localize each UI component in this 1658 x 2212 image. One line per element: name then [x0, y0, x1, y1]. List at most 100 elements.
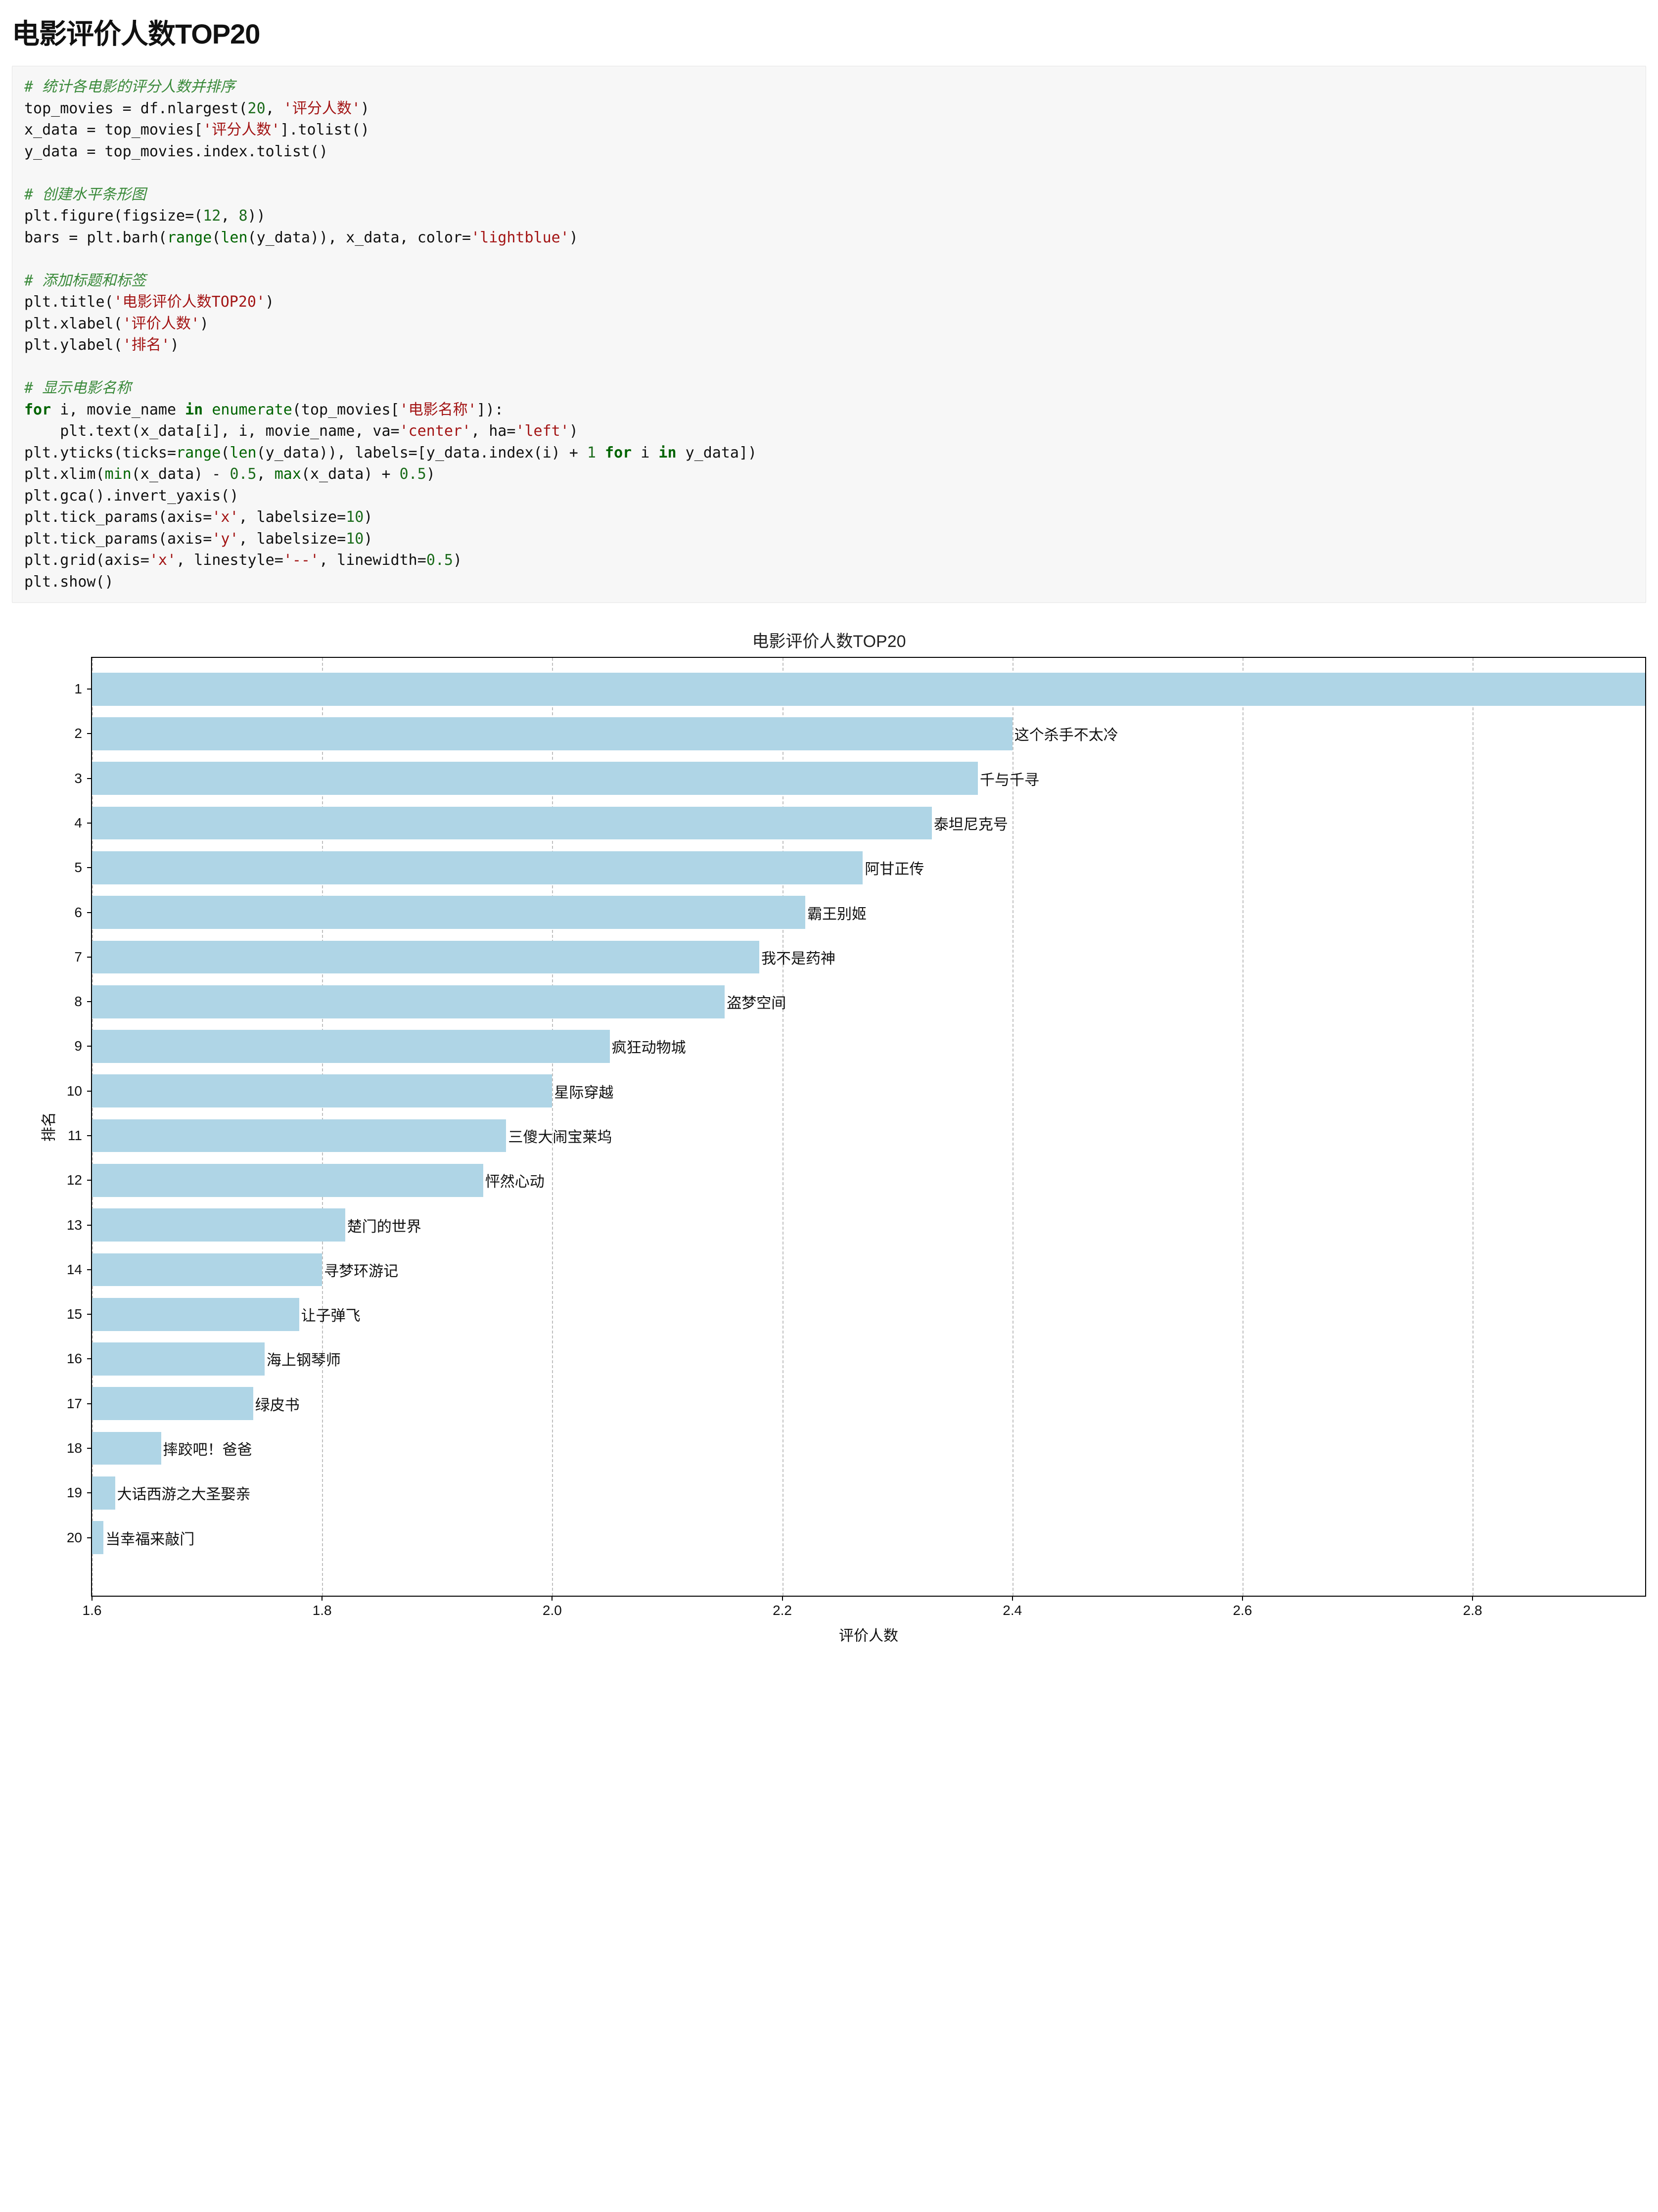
bar-label: 寻梦环游记 [324, 1259, 398, 1281]
bar [92, 941, 759, 974]
y-tick-mark [87, 1225, 92, 1226]
bar-row: 楚门的世界 [92, 1208, 1645, 1242]
bar [92, 1074, 552, 1107]
y-tick-mark [87, 778, 92, 779]
bar-row [92, 673, 1645, 706]
y-tick-mark [87, 1492, 92, 1493]
bar-label: 让子弹飞 [301, 1303, 361, 1325]
y-tick-mark [87, 1448, 92, 1449]
bar-row: 泰坦尼克号 [92, 807, 1645, 840]
bar-label: 疯狂动物城 [612, 1035, 686, 1057]
x-tick-mark [1472, 1596, 1473, 1601]
bar-row: 海上钢琴师 [92, 1342, 1645, 1376]
y-tick-mark [87, 957, 92, 958]
y-tick-mark [87, 912, 92, 913]
y-tick-mark [87, 1091, 92, 1092]
bar-row: 怦然心动 [92, 1164, 1645, 1197]
x-tick-mark [782, 1596, 783, 1601]
bar-row: 千与千寻 [92, 762, 1645, 795]
x-tick-label: 1.6 [83, 1603, 102, 1618]
y-tick-mark [87, 1001, 92, 1002]
bar-row: 这个杀手不太冷 [92, 717, 1645, 750]
bar-row: 让子弹飞 [92, 1298, 1645, 1331]
bar-row: 阿甘正传 [92, 851, 1645, 884]
code-comment: # 添加标题和标签 [24, 272, 146, 289]
code-comment: # 创建水平条形图 [24, 186, 146, 203]
x-tick-mark [552, 1596, 553, 1601]
bar [92, 1030, 610, 1063]
x-tick-label: 2.0 [543, 1603, 562, 1618]
bar [92, 1253, 322, 1287]
bar-row: 疯狂动物城 [92, 1030, 1645, 1063]
y-axis-label: 排名 [37, 1112, 58, 1142]
y-tick-mark [87, 823, 92, 824]
bar [92, 1164, 483, 1197]
bar-row: 当幸福来敲门 [92, 1521, 1645, 1554]
bar-label: 盗梦空间 [727, 991, 786, 1013]
bar-row: 我不是药神 [92, 941, 1645, 974]
y-tick-mark [87, 733, 92, 734]
x-tick-label: 2.6 [1233, 1603, 1252, 1618]
bar-row: 霸王别姬 [92, 896, 1645, 929]
bar-label: 摔跤吧！爸爸 [163, 1437, 252, 1459]
plot-area: 排名 评价人数 1.61.82.02.22.42.62.81这个杀手不太冷2千与… [91, 657, 1646, 1597]
bar-label: 海上钢琴师 [267, 1348, 341, 1370]
y-tick-mark [87, 1537, 92, 1538]
y-tick-mark [87, 689, 92, 690]
bar-row: 盗梦空间 [92, 985, 1645, 1018]
y-tick-mark [87, 1269, 92, 1270]
y-tick-mark [87, 1358, 92, 1359]
chart: 电影评价人数TOP20 排名 评价人数 1.61.82.02.22.42.62.… [12, 618, 1646, 1656]
bar [92, 985, 725, 1018]
bar [92, 851, 863, 884]
bar-row: 摔跤吧！爸爸 [92, 1432, 1645, 1465]
x-tick-label: 2.2 [773, 1603, 792, 1618]
bar-row: 三傻大闹宝莱坞 [92, 1119, 1645, 1152]
bar [92, 717, 1013, 750]
bar [92, 807, 932, 840]
bar-label: 三傻大闹宝莱坞 [508, 1125, 612, 1147]
bar-label: 大话西游之大圣娶亲 [117, 1482, 251, 1504]
code-comment: # 统计各电影的评分人数并排序 [24, 78, 235, 95]
bar [92, 673, 1645, 706]
bar-label: 当幸福来敲门 [105, 1527, 194, 1549]
bar-label: 星际穿越 [554, 1080, 613, 1102]
bar-label: 阿甘正传 [865, 857, 924, 878]
y-tick-mark [87, 867, 92, 868]
y-tick-mark [87, 1046, 92, 1047]
code-comment: # 显示电影名称 [24, 379, 131, 397]
x-tick-label: 1.8 [313, 1603, 332, 1618]
bar-label: 怦然心动 [485, 1169, 545, 1191]
y-tick-mark [87, 1180, 92, 1181]
code-cell: # 统计各电影的评分人数并排序 top_movies = df.nlargest… [12, 66, 1646, 603]
x-axis-label: 评价人数 [839, 1623, 898, 1645]
bar [92, 1521, 103, 1554]
x-tick-mark [1242, 1596, 1243, 1601]
bar-row: 星际穿越 [92, 1074, 1645, 1107]
page-title: 电影评价人数TOP20 [12, 12, 1646, 52]
bar-label: 泰坦尼克号 [934, 812, 1008, 834]
bar-row: 绿皮书 [92, 1387, 1645, 1420]
bar-label: 霸王别姬 [807, 902, 867, 923]
bar [92, 1432, 161, 1465]
bar-row: 寻梦环游记 [92, 1253, 1645, 1287]
bar [92, 896, 805, 929]
bar [92, 1476, 115, 1510]
bar-label: 楚门的世界 [347, 1214, 421, 1236]
bar [92, 1119, 506, 1152]
chart-title: 电影评价人数TOP20 [12, 628, 1646, 652]
y-tick-mark [87, 1135, 92, 1136]
bar [92, 1298, 299, 1331]
x-tick-label: 2.8 [1463, 1603, 1482, 1618]
bar-label: 这个杀手不太冷 [1014, 723, 1118, 744]
bar [92, 762, 978, 795]
bar-label: 我不是药神 [761, 946, 835, 968]
bar [92, 1208, 345, 1242]
y-tick-mark [87, 1403, 92, 1404]
bar-label: 绿皮书 [255, 1393, 300, 1415]
bar [92, 1387, 253, 1420]
bar [92, 1342, 265, 1376]
y-tick-mark [87, 1314, 92, 1315]
x-tick-mark [1012, 1596, 1013, 1601]
x-tick-label: 2.4 [1003, 1603, 1022, 1618]
